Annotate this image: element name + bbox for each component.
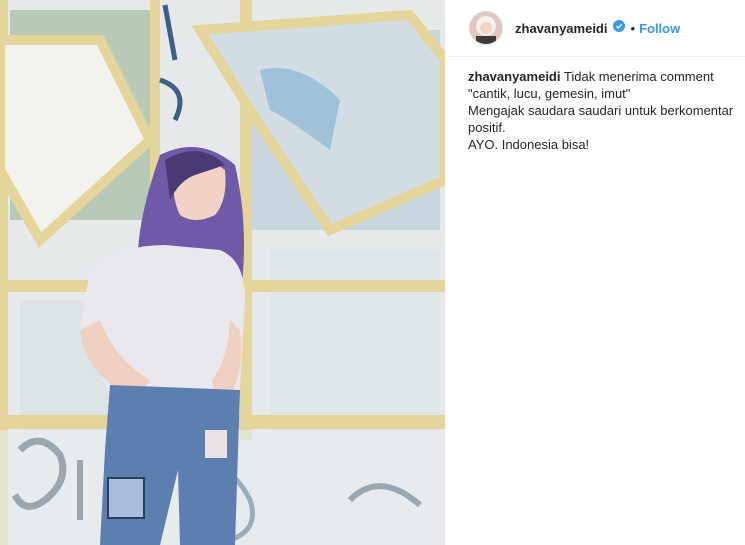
caption-line-4: AYO. Indonesia bisa!	[468, 137, 590, 152]
caption-line-1: Tidak menerima comment	[563, 69, 714, 84]
post-photo[interactable]	[0, 0, 445, 545]
username-link[interactable]: zhavanyameidi	[515, 21, 608, 36]
photo-illustration	[0, 0, 445, 545]
post-sidebar: zhavanyameidi • Follow zhavanyameidi Tid…	[445, 0, 745, 545]
caption: zhavanyameidi Tidak menerima comment "ca…	[468, 68, 740, 153]
post-header: zhavanyameidi • Follow	[445, 0, 745, 57]
caption-line-3: Mengajak saudara saudari untuk berkoment…	[468, 103, 734, 135]
verified-badge-icon	[608, 19, 625, 37]
caption-line-2: "cantik, lucu, gemesin, imut"	[468, 86, 631, 101]
follow-button[interactable]: Follow	[639, 21, 680, 36]
avatar[interactable]	[469, 11, 503, 45]
caption-username-link[interactable]: zhavanyameidi	[468, 69, 561, 84]
separator-dot: •	[630, 20, 636, 36]
